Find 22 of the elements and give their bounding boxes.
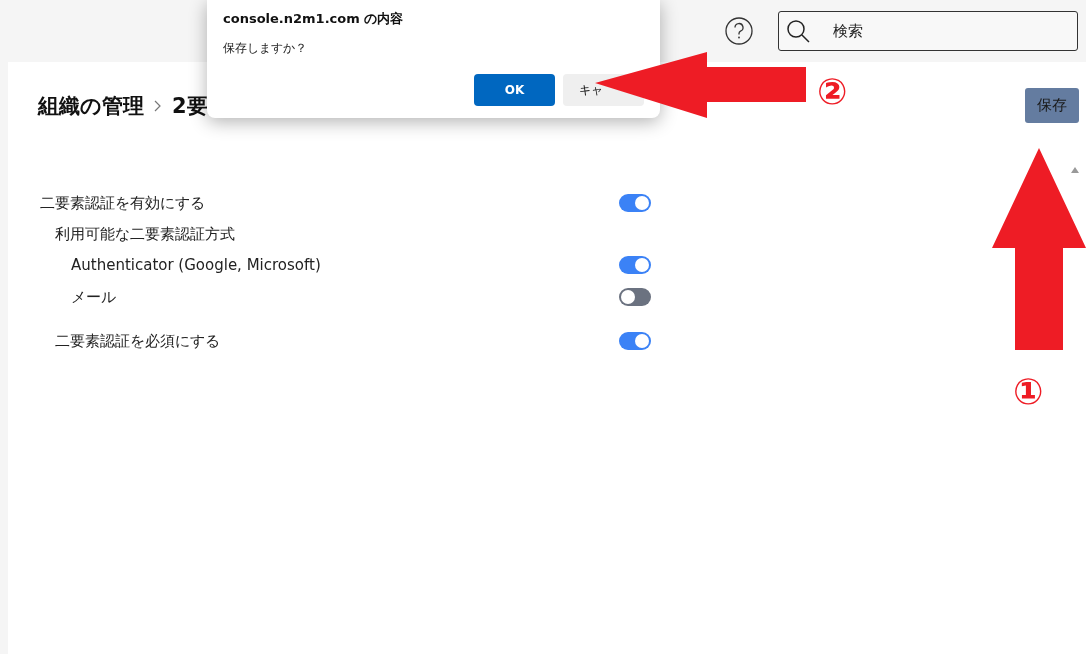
- ok-button[interactable]: OK: [474, 74, 555, 106]
- search-field[interactable]: 検索: [778, 11, 1078, 51]
- search-icon: [786, 19, 810, 43]
- dialog-message: 保存しますか？: [223, 40, 308, 57]
- setting-label: Authenticator (Google, Microsoft): [71, 256, 321, 274]
- save-button[interactable]: 保存: [1025, 88, 1079, 123]
- toggle-switch[interactable]: [619, 288, 651, 306]
- setting-label: メール: [71, 287, 116, 307]
- breadcrumb-item[interactable]: 組織の管理: [38, 91, 144, 120]
- step-number: ①: [1013, 374, 1044, 410]
- breadcrumb-item: 2要: [172, 92, 208, 120]
- chevron-icon: [154, 99, 162, 112]
- toggle-switch[interactable]: [619, 332, 651, 350]
- toggle-switch[interactable]: [619, 256, 651, 274]
- setting-label: 二要素認証を必須にする: [55, 331, 220, 351]
- section-heading: 利用可能な二要素認証方式: [54, 223, 236, 245]
- scroll-up-icon[interactable]: [1070, 166, 1080, 174]
- dialog-title: console.n2m1.com の内容: [223, 10, 405, 28]
- step-number: ②: [817, 74, 848, 110]
- setting-label: 二要素認証を有効にする: [40, 193, 205, 213]
- help-icon[interactable]: [724, 16, 754, 46]
- toggle-switch[interactable]: [619, 194, 651, 212]
